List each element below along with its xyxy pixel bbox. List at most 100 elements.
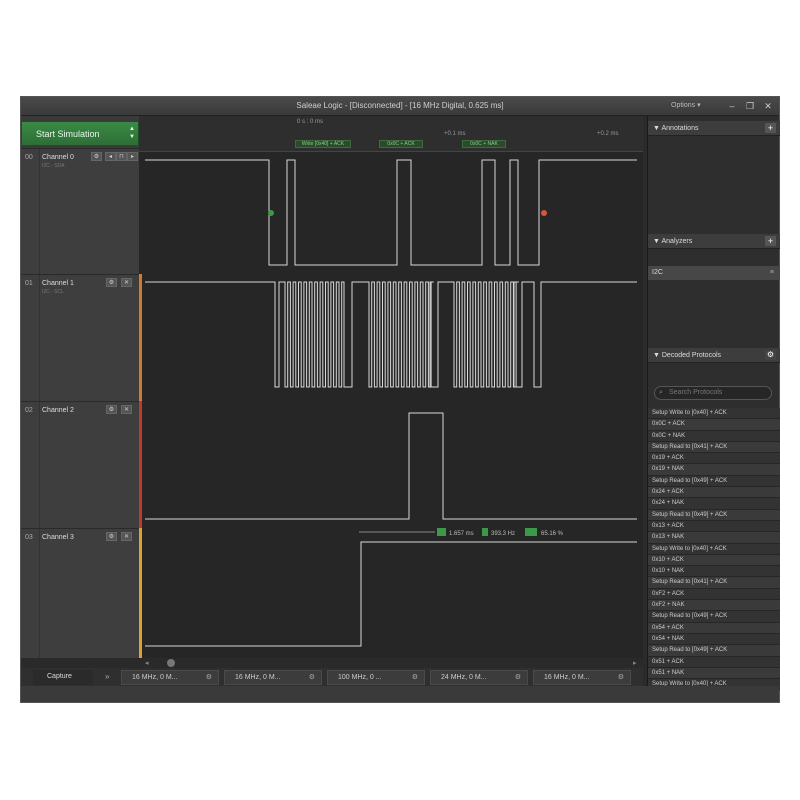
close-icon[interactable]: ✕ xyxy=(121,532,132,541)
divider xyxy=(39,529,40,658)
protocol-row[interactable]: 0xF2 + NAK xyxy=(648,600,780,612)
close-button[interactable]: ✕ xyxy=(761,100,775,112)
tab-label: 100 MHz, 0 ... xyxy=(338,674,382,681)
protocol-row[interactable]: 0x13 + NAK xyxy=(648,532,780,544)
pulse-icon[interactable]: ⊓ xyxy=(116,152,127,161)
gear-icon[interactable]: ⚙ xyxy=(618,671,624,684)
channel-name[interactable]: Channel 0 xyxy=(42,154,74,161)
options-menu[interactable]: Options ▾ xyxy=(671,101,701,109)
gear-icon[interactable]: ⚙ xyxy=(515,671,521,684)
capture-tab-label: Capture xyxy=(47,673,72,680)
decode-bubble: 0x0C + ACK xyxy=(379,140,423,148)
protocol-row[interactable]: 0x54 + NAK xyxy=(648,633,780,646)
search-icon: ⌕ xyxy=(659,389,663,396)
protocol-row[interactable]: Setup Read to [0x49] + ACK xyxy=(648,475,780,488)
close-icon[interactable]: ✕ xyxy=(121,278,132,287)
decoded-protocols-header[interactable]: ▼ Decoded Protocols ⚙ xyxy=(648,348,780,363)
tab-4[interactable]: 24 MHz, 0 M... ⚙ xyxy=(430,670,528,685)
protocol-row[interactable]: 0x24 + NAK xyxy=(648,498,780,510)
protocol-row[interactable]: 0x51 + ACK xyxy=(648,656,780,668)
collapse-icon[interactable]: ▼ xyxy=(653,125,662,132)
tab-2[interactable]: 16 MHz, 0 M... ⚙ xyxy=(224,670,322,685)
gear-icon[interactable]: ⚙ xyxy=(765,350,776,360)
menu-icon[interactable]: ≡ xyxy=(770,266,774,280)
channel-1-waveform xyxy=(139,274,637,401)
minimize-button[interactable]: – xyxy=(725,100,739,112)
protocol-row[interactable]: Setup Write to [0x40] + ACK xyxy=(648,543,780,555)
gear-icon[interactable]: ⚙ xyxy=(309,671,315,684)
protocol-row[interactable]: Setup Read to [0x41] + ACK xyxy=(648,441,780,454)
channel-panel: Start Simulation ▲ ▼ 00 Channel 0 I2C - S… xyxy=(21,116,139,658)
tab-label: 16 MHz, 0 M... xyxy=(544,674,590,681)
add-annotation-button[interactable]: + xyxy=(765,123,776,133)
tab-5[interactable]: 16 MHz, 0 M... ⚙ xyxy=(533,670,631,685)
time-ruler[interactable]: 0 s : 0 ms +0.1 ms +0.2 ms Write [0x40] … xyxy=(139,116,643,152)
tab-3[interactable]: 100 MHz, 0 ... ⚙ xyxy=(327,670,425,685)
channel-name[interactable]: Channel 2 xyxy=(42,407,74,414)
prev-edge-icon[interactable]: ◂ xyxy=(105,152,116,161)
scroll-thumb[interactable] xyxy=(167,659,175,667)
gear-icon[interactable]: ⚙ xyxy=(106,405,117,414)
gear-icon[interactable]: ⚙ xyxy=(412,671,418,684)
protocol-row[interactable]: Setup Read to [0x49] + ACK xyxy=(648,645,780,657)
time-marker-1: +0.1 ms xyxy=(444,131,466,137)
channel-2-waveform xyxy=(139,401,637,528)
protocol-row[interactable]: 0x10 + NAK xyxy=(648,566,780,578)
scroll-left-icon[interactable]: ◂ xyxy=(145,659,149,667)
gear-icon[interactable]: ⚙ xyxy=(106,532,117,541)
protocol-row[interactable]: 0x51 + NAK xyxy=(648,667,780,680)
add-analyzer-button[interactable]: + xyxy=(765,236,776,246)
channel-row-0[interactable]: 00 Channel 0 I2C - SDA ⚙ ◂ ⊓ ▸ xyxy=(21,148,139,274)
channel-row-1[interactable]: 01 Channel 1 I2C - SCL ⚙ ✕ xyxy=(21,274,139,401)
gear-icon[interactable]: ⚙ xyxy=(91,152,102,161)
protocol-row[interactable]: 0x13 + ACK xyxy=(648,520,780,533)
capture-tab[interactable]: Capture xyxy=(33,670,93,685)
annotations-header[interactable]: ▼ Annotations + xyxy=(648,121,780,136)
tab-1[interactable]: 16 MHz, 0 M... ⚙ xyxy=(121,670,219,685)
protocol-row[interactable]: 0x10 + ACK xyxy=(648,554,780,567)
analyzer-label: I2C xyxy=(652,269,663,276)
protocol-row[interactable]: Setup Read to [0x49] + ACK xyxy=(648,509,780,521)
analyzer-item-i2c[interactable]: I2C ≡ xyxy=(648,266,780,280)
close-icon[interactable]: ✕ xyxy=(121,405,132,414)
protocol-list[interactable]: Setup Write to [0x40] + ACK 0x0C + ACK 0x0… xyxy=(648,408,780,691)
protocol-row[interactable]: 0xF2 + ACK xyxy=(648,588,780,601)
tab-label: 24 MHz, 0 M... xyxy=(441,674,487,681)
horizontal-scrollbar[interactable]: ◂ ▸ xyxy=(21,658,643,668)
restore-button[interactable]: ❐ xyxy=(743,100,757,112)
protocol-row[interactable]: Setup Read to [0x49] + ACK xyxy=(648,611,780,623)
analyzers-header[interactable]: ▼ Analyzers + xyxy=(648,234,780,249)
next-edge-icon[interactable]: ▸ xyxy=(127,152,138,161)
tab-label: 16 MHz, 0 M... xyxy=(132,674,178,681)
protocol-row[interactable]: 0x19 + ACK xyxy=(648,453,780,465)
protocol-row[interactable]: Setup Write to [0x40] + ACK xyxy=(648,408,780,420)
capture-tabs: Capture » 16 MHz, 0 M... ⚙ 16 MHz, 0 M...… xyxy=(21,668,643,686)
divider xyxy=(39,275,40,401)
channel-row-2[interactable]: 02 Channel 2 ⚙ ✕ xyxy=(21,401,139,528)
start-simulation-button[interactable]: Start Simulation ▲ ▼ xyxy=(21,121,139,146)
channel-name[interactable]: Channel 3 xyxy=(42,534,74,541)
protocol-row[interactable]: 0x0C + NAK xyxy=(648,430,780,442)
gear-icon[interactable]: ⚙ xyxy=(206,671,212,684)
search-protocols-input[interactable]: ⌕ Search Protocols xyxy=(654,386,772,400)
protocol-row[interactable]: 0x54 + ACK xyxy=(648,622,780,634)
search-placeholder: Search Protocols xyxy=(669,389,723,396)
more-tabs-icon[interactable]: » xyxy=(105,672,109,681)
scroll-right-icon[interactable]: ▸ xyxy=(633,659,637,667)
channel-0-waveform xyxy=(145,159,637,266)
protocol-row[interactable]: 0x19 + NAK xyxy=(648,464,780,476)
channel-row-3[interactable]: 03 Channel 3 ⚙ ✕ xyxy=(21,528,139,658)
protocol-row[interactable]: Setup Read to [0x41] + ACK xyxy=(648,577,780,589)
spinner-arrows-icon[interactable]: ▲ ▼ xyxy=(129,125,135,141)
protocol-row[interactable]: 0x0C + ACK xyxy=(648,419,780,431)
gear-icon[interactable]: ⚙ xyxy=(106,278,117,287)
annotations-title: Annotations xyxy=(661,125,699,132)
waveform-area[interactable]: 0 s : 0 ms +0.1 ms +0.2 ms Write [0x40] … xyxy=(139,116,643,658)
protocol-row[interactable]: 0x24 + ACK xyxy=(648,487,780,499)
channel-name[interactable]: Channel 1 xyxy=(42,280,74,287)
decoded-title: Decoded Protocols xyxy=(661,352,722,359)
collapse-icon[interactable]: ▼ xyxy=(653,238,662,245)
status-strip xyxy=(21,686,779,702)
collapse-icon[interactable]: ▼ xyxy=(653,352,662,359)
channel-number: 01 xyxy=(25,280,33,287)
